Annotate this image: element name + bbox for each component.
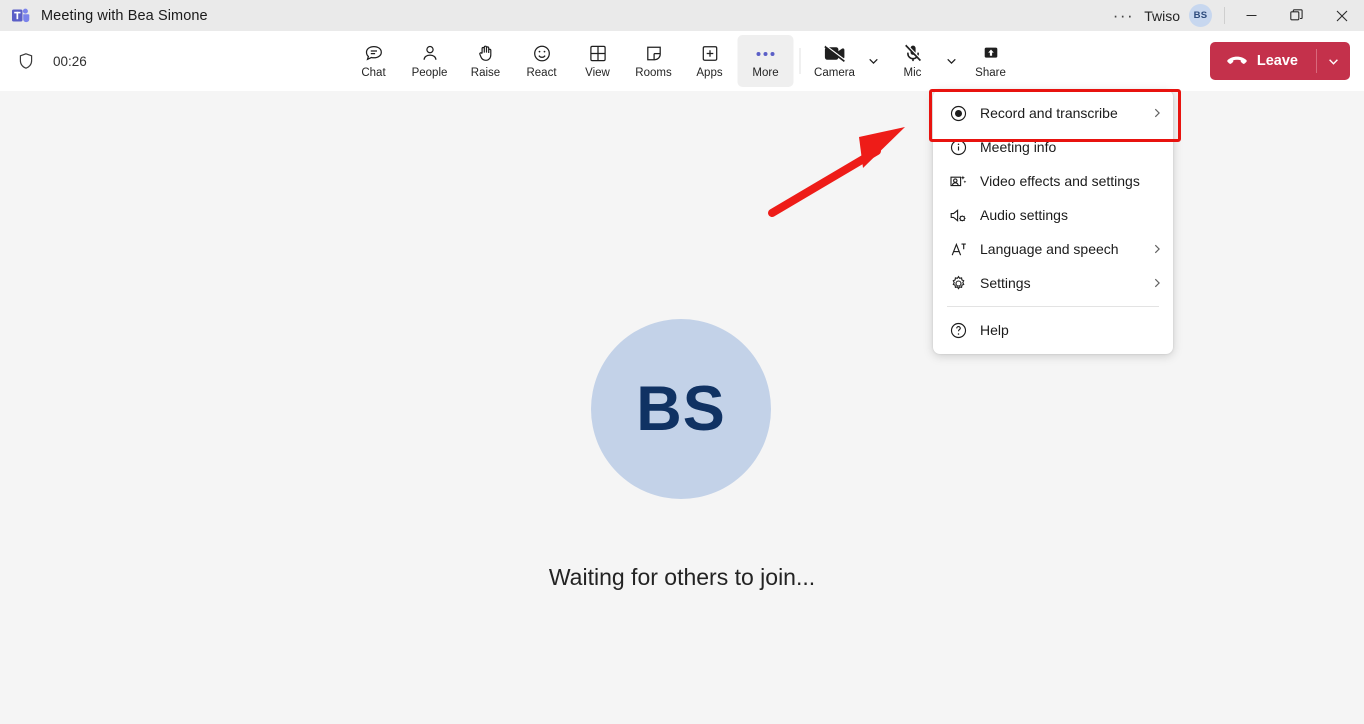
menu-item-settings[interactable]: Settings (933, 266, 1173, 300)
leave-options-caret[interactable] (1317, 42, 1350, 80)
toolbar-right: Leave (1209, 42, 1350, 80)
share-button-label: Share (975, 67, 1006, 79)
help-question-icon (949, 321, 967, 339)
toolbar-left: 00:26 (17, 52, 87, 70)
title-bar: Meeting with Bea Simone ··· Twiso BS (0, 0, 1364, 31)
participant-avatar: BS (591, 319, 771, 499)
teams-logo-icon (11, 6, 30, 25)
menu-item-label: Language and speech (980, 241, 1119, 257)
toolbar-divider (799, 48, 801, 74)
apps-button[interactable]: Apps (682, 35, 738, 87)
more-dots-icon (756, 43, 775, 64)
view-grid-icon (587, 43, 608, 64)
title-bar-right: ··· Twiso BS (1107, 0, 1364, 31)
menu-item-record-and-transcribe[interactable]: Record and transcribe (933, 96, 1173, 130)
video-effects-icon (949, 172, 967, 190)
hang-up-icon (1227, 56, 1247, 64)
people-button-label: People (411, 67, 448, 79)
mic-button-label: Mic (903, 67, 922, 79)
apps-plus-icon (699, 43, 720, 64)
gear-icon (949, 274, 967, 292)
window-title: Meeting with Bea Simone (41, 7, 208, 24)
restore-icon (1290, 9, 1303, 21)
view-button-label: View (585, 67, 610, 79)
raise-hand-icon (475, 43, 496, 64)
titlebar-overflow-button[interactable]: ··· (1107, 7, 1140, 24)
waiting-status-text: Waiting for others to join... (548, 564, 816, 590)
leave-main[interactable]: Leave (1210, 42, 1316, 80)
raise-button-label: Raise (470, 67, 501, 79)
menu-divider (947, 306, 1159, 307)
info-circle-icon (949, 138, 967, 156)
rooms-button-label: Rooms (635, 67, 672, 79)
more-button-label: More (752, 67, 779, 79)
mic-off-icon (902, 43, 923, 64)
chevron-right-icon (1151, 277, 1163, 289)
chevron-down-icon (869, 58, 878, 64)
menu-item-label: Video effects and settings (980, 173, 1140, 189)
chat-button[interactable]: Chat (346, 35, 402, 87)
menu-item-language-and-speech[interactable]: Language and speech (933, 232, 1173, 266)
camera-off-icon (822, 43, 847, 64)
menu-item-label: Audio settings (980, 207, 1068, 223)
people-button[interactable]: People (402, 35, 458, 87)
people-icon (419, 43, 440, 64)
leave-button-label: Leave (1256, 53, 1298, 69)
chevron-right-icon (1151, 107, 1163, 119)
menu-item-audio-settings[interactable]: Audio settings (933, 198, 1173, 232)
chevron-down-icon (1329, 58, 1338, 65)
camera-options-caret[interactable] (863, 38, 885, 84)
share-button[interactable]: Share (963, 35, 1019, 87)
meeting-toolbar: 00:26 Chat People Raise React View Rooms… (0, 31, 1364, 91)
mic-options-caret[interactable] (941, 38, 963, 84)
chevron-down-icon (947, 58, 956, 64)
audio-speaker-icon (949, 206, 967, 224)
breakout-rooms-icon (643, 43, 664, 64)
rooms-button[interactable]: Rooms (626, 35, 682, 87)
menu-item-label: Record and transcribe (980, 105, 1118, 121)
account-name: Twiso (1144, 7, 1180, 24)
menu-item-label: Settings (980, 275, 1031, 291)
menu-item-help[interactable]: Help (933, 313, 1173, 347)
share-screen-icon (980, 43, 1001, 64)
react-smiley-icon (531, 43, 552, 64)
maximize-button[interactable] (1274, 0, 1319, 31)
menu-item-meeting-info[interactable]: Meeting info (933, 130, 1173, 164)
apps-button-label: Apps (696, 67, 723, 79)
chat-button-label: Chat (361, 67, 386, 79)
titlebar-divider (1224, 7, 1225, 24)
menu-item-video-effects-and-settings[interactable]: Video effects and settings (933, 164, 1173, 198)
menu-item-label: Meeting info (980, 139, 1057, 155)
close-icon (1336, 10, 1347, 21)
record-circle-icon (949, 104, 967, 122)
meeting-timer: 00:26 (53, 53, 87, 69)
avatar[interactable]: BS (1189, 4, 1212, 27)
toolbar-center-controls: Chat People Raise React View Rooms Apps … (346, 31, 1019, 91)
minimize-icon (1246, 15, 1257, 16)
camera-button-label: Camera (814, 67, 855, 79)
react-button[interactable]: React (514, 35, 570, 87)
mic-button[interactable]: Mic (885, 35, 941, 87)
chat-icon (363, 43, 384, 64)
more-button[interactable]: More (737, 35, 794, 87)
raise-hand-button[interactable]: Raise (458, 35, 514, 87)
shield-icon[interactable] (17, 52, 35, 70)
more-menu: Record and transcribe Meeting info Video… (933, 90, 1173, 354)
view-button[interactable]: View (570, 35, 626, 87)
camera-button[interactable]: Camera (807, 35, 863, 87)
menu-item-label: Help (980, 322, 1009, 338)
chevron-right-icon (1151, 243, 1163, 255)
teams-meeting-window: Meeting with Bea Simone ··· Twiso BS 00:… (0, 0, 1364, 724)
react-button-label: React (526, 67, 557, 79)
language-a-icon (949, 240, 967, 258)
leave-button[interactable]: Leave (1209, 42, 1350, 80)
minimize-button[interactable] (1229, 0, 1274, 31)
close-button[interactable] (1319, 0, 1364, 31)
